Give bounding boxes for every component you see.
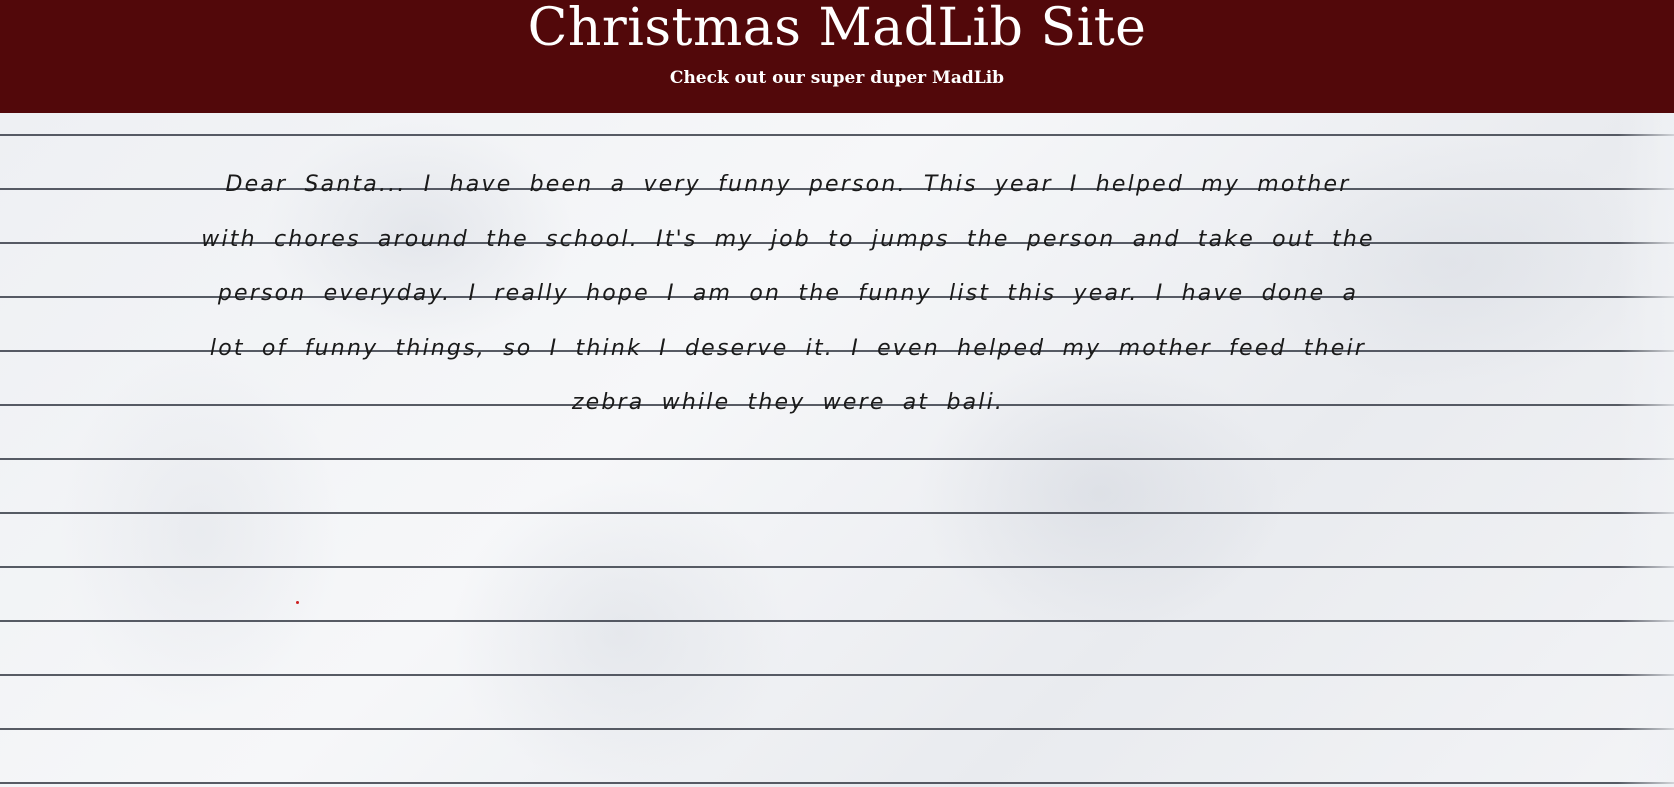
paper-rule (0, 620, 1674, 622)
paper-edge (1618, 113, 1674, 787)
paper-rule (0, 566, 1674, 568)
madlib-story-text: Dear Santa... I have been a very funny p… (201, 172, 1375, 415)
site-subtitle: Check out our super duper MadLib (669, 68, 1005, 88)
stray-dot (296, 601, 299, 604)
paper-rule (0, 728, 1674, 730)
paper-rule (0, 134, 1674, 136)
site-title: Christmas MadLib Site (527, 0, 1147, 58)
paper-rule (0, 512, 1674, 514)
paper-rule (0, 782, 1674, 784)
paper-rule (0, 674, 1674, 676)
lined-paper-background: Dear Santa... I have been a very funny p… (0, 113, 1674, 787)
paper-rule (0, 458, 1674, 460)
site-header: Christmas MadLib Site Check out our supe… (0, 0, 1674, 113)
